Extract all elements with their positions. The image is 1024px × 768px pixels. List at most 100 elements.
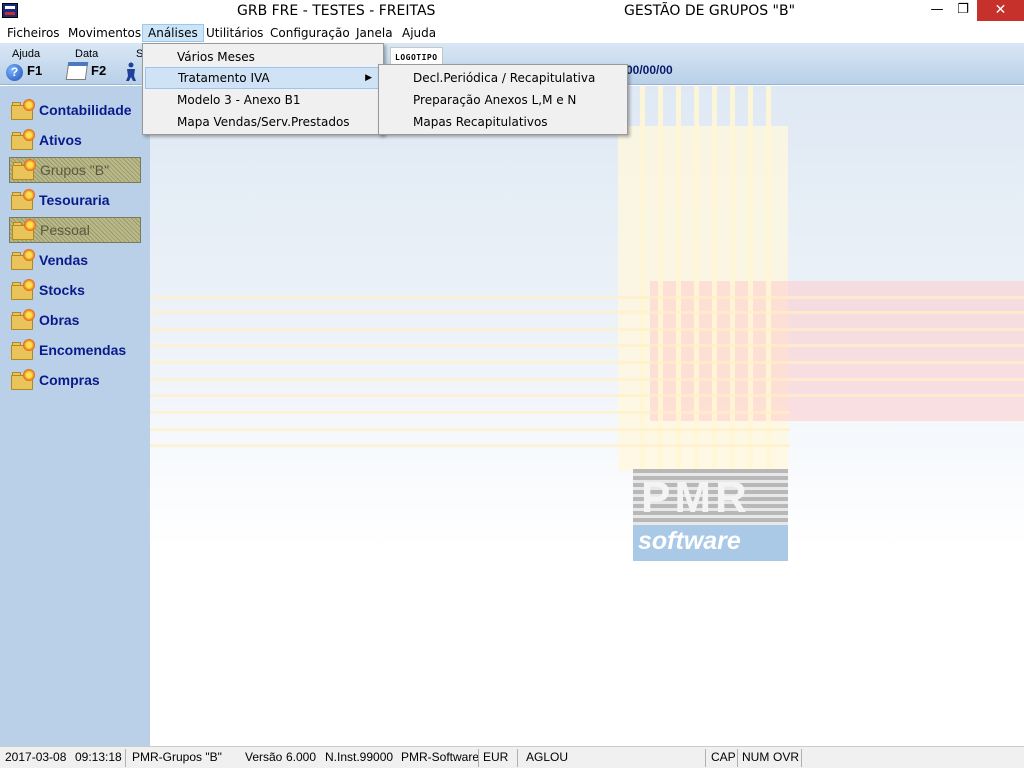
help-tool-button[interactable]: Ajuda ? F1 (0, 45, 50, 85)
sidebar-item-label: Tesouraria (39, 192, 110, 208)
sidebar-item-label: Grupos "B" (40, 162, 110, 178)
folder-icon (11, 309, 35, 330)
background-stripe (150, 311, 1024, 314)
status-user: AGLOU (526, 750, 569, 764)
background-stripe (150, 428, 790, 431)
pmr-software-logo: PMR software (633, 469, 788, 561)
status-separator (737, 749, 738, 767)
sidebar-item-contabilidade[interactable]: Contabilidade (9, 98, 141, 124)
menu-analises[interactable]: Análises (142, 24, 204, 42)
status-version: 6.000 (286, 750, 317, 764)
person-icon (126, 62, 136, 81)
menu-configuracao[interactable]: Configuração (265, 24, 355, 42)
status-separator (517, 749, 518, 767)
background-stripe (150, 344, 1024, 347)
status-time: 09:13:18 (75, 750, 122, 764)
background-stripe (150, 361, 1024, 364)
date-key: F2 (91, 63, 107, 78)
background-stripe (150, 394, 1024, 397)
sidebar-item-label: Obras (39, 312, 80, 328)
folder-icon (12, 159, 36, 180)
menu-movimentos[interactable]: Movimentos (63, 24, 146, 42)
pmr-logo-letters: PMR (641, 473, 751, 522)
sidebar-item-ativos[interactable]: Ativos (9, 128, 141, 154)
sidebar-item-grupos-b[interactable]: Grupos "B" (9, 157, 141, 183)
menu-ajuda[interactable]: Ajuda (397, 24, 441, 42)
background-stripe (150, 411, 790, 414)
restore-button[interactable]: ❐ (947, 0, 979, 21)
sidebar-item-label: Encomendas (39, 342, 127, 358)
help-caption: Ajuda (12, 48, 41, 60)
status-separator (125, 749, 126, 767)
help-key: F1 (27, 63, 43, 78)
sidebar-item-stocks[interactable]: Stocks (9, 278, 141, 304)
status-bar: 2017-03-08 09:13:18 PMR-Grupos "B" Versã… (0, 746, 1024, 768)
sidebar-item-tesouraria[interactable]: Tesouraria (9, 188, 141, 214)
close-button[interactable]: ✕ (977, 0, 1024, 21)
menu-item-label: Tratamento IVA (178, 71, 270, 85)
analises-dropdown: Vários Meses Tratamento IVA ▶ Modelo 3 -… (142, 43, 384, 135)
menu-item-decl-periodica[interactable]: Decl.Periódica / Recapitulativa (381, 67, 625, 89)
folder-icon (11, 249, 35, 270)
background-art (650, 281, 1024, 421)
title-bar: GRB FRE - TESTES - FREITAS GESTÃO DE GRU… (0, 0, 1024, 23)
status-ovr: OVR (773, 750, 800, 764)
pmr-logo-bottom: software (633, 525, 788, 561)
third-tool-button[interactable]: S (120, 45, 143, 85)
menu-item-mapas-recapitulativos[interactable]: Mapas Recapitulativos (381, 111, 625, 133)
module-sidebar: Contabilidade Ativos Grupos "B" Tesourar… (0, 86, 150, 746)
background-stripe (150, 296, 1024, 299)
menu-item-mapa-vendas[interactable]: Mapa Vendas/Serv.Prestados (145, 111, 381, 133)
folder-icon (11, 189, 35, 210)
folder-icon (11, 339, 35, 360)
status-num: NUM (742, 750, 770, 764)
background-stripe (150, 328, 1024, 331)
status-company: PMR-Software (401, 750, 480, 764)
sidebar-item-obras[interactable]: Obras (9, 308, 141, 334)
menu-utilitarios[interactable]: Utilitários (201, 24, 268, 42)
submenu-arrow-icon: ▶ (365, 73, 372, 83)
menu-item-tratamento-iva[interactable]: Tratamento IVA ▶ (145, 67, 381, 89)
sidebar-item-compras[interactable]: Compras (9, 368, 141, 394)
folder-icon (11, 279, 35, 300)
status-separator (478, 749, 479, 767)
menu-bar: Ficheiros Movimentos Análises Utilitário… (0, 23, 1024, 43)
sidebar-item-label: Contabilidade (39, 102, 132, 118)
status-module: PMR-Grupos "B" (132, 750, 222, 764)
pmr-logo-word: software (638, 527, 741, 555)
sidebar-item-label: Compras (39, 372, 100, 388)
app-logo-icon[interactable] (2, 3, 18, 18)
tratamento-iva-submenu: Decl.Periódica / Recapitulativa Preparaç… (378, 64, 628, 135)
menu-item-preparacao-anexos[interactable]: Preparação Anexos L,M e N (381, 89, 625, 111)
sidebar-item-label: Ativos (39, 132, 82, 148)
status-date: 2017-03-08 (5, 750, 67, 764)
status-separator (705, 749, 706, 767)
folder-icon (11, 99, 35, 120)
pmr-logo-top: PMR (633, 469, 788, 525)
folder-icon (11, 369, 35, 390)
status-version-label: Versão (245, 750, 283, 764)
menu-item-modelo-3-anexo-b1[interactable]: Modelo 3 - Anexo B1 (145, 89, 381, 111)
date-readout: 00/00/00 (626, 63, 673, 77)
help-icon: ? (6, 64, 23, 81)
window-title: GRB FRE - TESTES - FREITAS (237, 3, 436, 19)
sidebar-item-label: Pessoal (40, 222, 90, 238)
date-caption: Data (75, 48, 99, 60)
calendar-icon (65, 62, 89, 80)
status-cap: CAP (711, 750, 736, 764)
status-separator (801, 749, 802, 767)
date-tool-button[interactable]: Data F2 (60, 45, 112, 85)
status-currency: EUR (483, 750, 509, 764)
folder-icon (11, 129, 35, 150)
sidebar-item-vendas[interactable]: Vendas (9, 248, 141, 274)
sidebar-item-label: Stocks (39, 282, 85, 298)
sidebar-item-pessoal[interactable]: Pessoal (9, 217, 141, 243)
application-title: GESTÃO DE GRUPOS "B" (624, 3, 796, 19)
workspace-background: PMR software (150, 86, 1024, 746)
sidebar-item-encomendas[interactable]: Encomendas (9, 338, 141, 364)
sidebar-item-label: Vendas (39, 252, 89, 268)
folder-icon (12, 219, 36, 240)
menu-ficheiros[interactable]: Ficheiros (2, 24, 65, 42)
menu-janela[interactable]: Janela (351, 24, 398, 42)
menu-item-varios-meses[interactable]: Vários Meses (145, 46, 381, 68)
